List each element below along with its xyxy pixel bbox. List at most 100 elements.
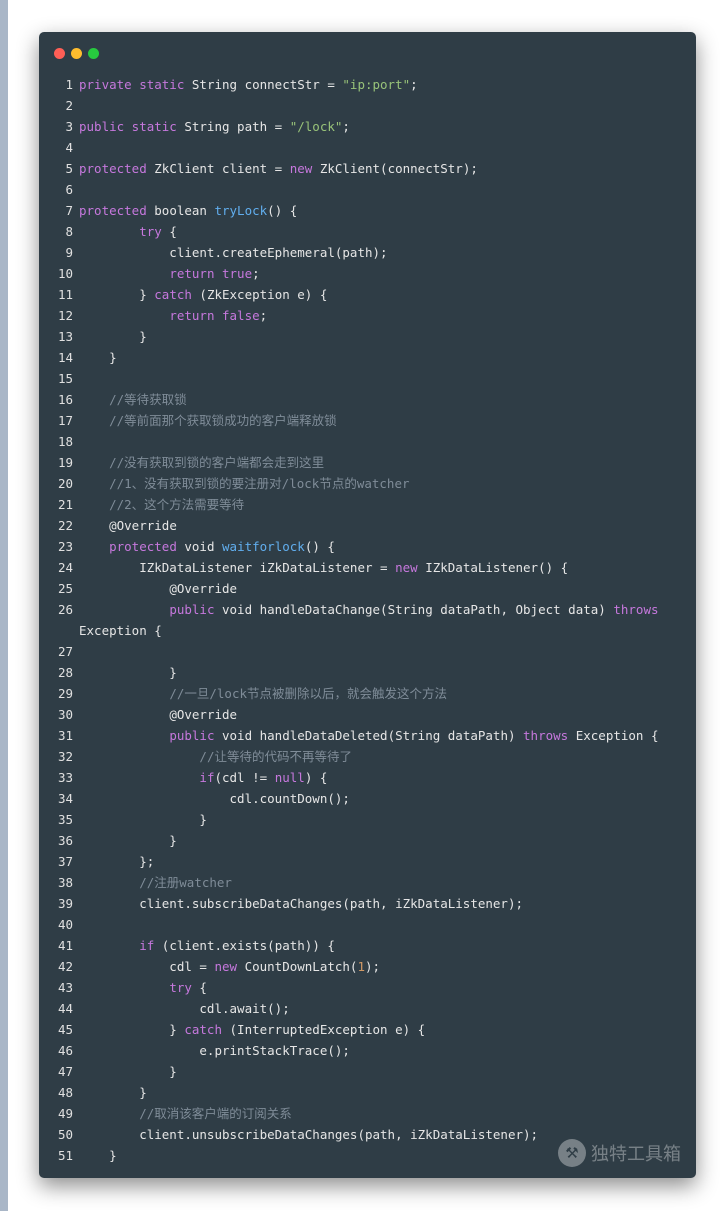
code-line: 14 } xyxy=(39,347,696,368)
code-line: 27 xyxy=(39,641,696,662)
code-token: try xyxy=(139,224,162,239)
code-token: //1、没有获取到锁的要注册对/lock节点的watcher xyxy=(109,476,410,491)
code-window: 1 private static String connectStr = "ip:… xyxy=(39,32,696,1178)
code-token: //一旦/lock节点被删除以后，就会触发这个方法 xyxy=(169,686,447,701)
code-token: () { xyxy=(304,539,335,554)
line-source: protected void waitforlock() { xyxy=(79,536,335,557)
code-token: throws xyxy=(613,602,659,617)
code-line: 22 @Override xyxy=(39,515,696,536)
line-source: } catch (ZkException e) { xyxy=(79,284,327,305)
code-token: if xyxy=(199,770,215,785)
line-number: 2 xyxy=(65,98,73,113)
code-token: } xyxy=(79,1085,147,1100)
code-line: 5 protected ZkClient client = new ZkClien… xyxy=(39,158,696,179)
code-token: String connectStr = xyxy=(191,77,343,92)
close-button[interactable] xyxy=(54,48,65,59)
code-token: cdl.countDown(); xyxy=(79,791,350,806)
line-source: public void handleDataDeleted(String dat… xyxy=(79,725,658,746)
code-token: protected xyxy=(109,539,185,554)
code-token: "/lock" xyxy=(289,119,343,134)
line-source: try { xyxy=(79,977,207,998)
code-token: ZkClient(connectStr); xyxy=(319,161,478,176)
code-token: waitforlock xyxy=(222,539,305,554)
code-line: 35 } xyxy=(39,809,696,830)
code-token: } xyxy=(79,1022,185,1037)
code-token: public static xyxy=(79,119,185,134)
code-line: 9 client.createEphemeral(path); xyxy=(39,242,696,263)
code-line: 6 xyxy=(39,179,696,200)
code-token: 1 xyxy=(357,959,365,974)
code-token: } xyxy=(79,350,117,365)
line-number: 23 xyxy=(57,539,73,554)
line-number: 9 xyxy=(65,245,73,260)
code-token: return true xyxy=(169,266,253,281)
code-line: 12 return false; xyxy=(39,305,696,326)
line-source: if (client.exists(path)) { xyxy=(79,935,335,956)
line-number: 41 xyxy=(57,938,73,953)
code-token: } xyxy=(79,665,177,680)
window-controls xyxy=(54,48,99,59)
code-token: ZkClient client = xyxy=(154,161,290,176)
code-token: //等待获取锁 xyxy=(109,392,187,407)
code-token: return false xyxy=(169,308,260,323)
code-line: 23 protected void waitforlock() { xyxy=(39,536,696,557)
code-line: Exception { xyxy=(39,620,696,641)
code-line: 48 } xyxy=(39,1082,696,1103)
line-source: try { xyxy=(79,221,177,242)
code-token: } xyxy=(79,329,147,344)
code-line: 43 try { xyxy=(39,977,696,998)
line-number: 25 xyxy=(57,581,73,596)
watermark-text: 独特工具箱 xyxy=(591,1144,681,1165)
code-line: 2 xyxy=(39,95,696,116)
line-number: 42 xyxy=(57,959,73,974)
line-source: client.createEphemeral(path); xyxy=(79,242,387,263)
code-token: protected xyxy=(79,161,155,176)
code-token: client.subscribeDataChanges(path, iZkDat… xyxy=(79,896,524,911)
line-number: 8 xyxy=(65,224,73,239)
code-line: 34 cdl.countDown(); xyxy=(39,788,696,809)
line-number: 12 xyxy=(57,308,73,323)
line-number: 38 xyxy=(57,875,73,890)
line-number: 34 xyxy=(57,791,73,806)
code-line: 15 xyxy=(39,368,696,389)
code-token: void xyxy=(184,539,223,554)
line-source: e.printStackTrace(); xyxy=(79,1040,350,1061)
code-line: 28 } xyxy=(39,662,696,683)
line-source: private static String connectStr = "ip:p… xyxy=(79,74,418,95)
code-token: catch xyxy=(184,1022,222,1037)
zoom-button[interactable] xyxy=(88,48,99,59)
code-token: Exception { xyxy=(79,623,162,638)
line-number: 27 xyxy=(57,644,73,659)
code-line: 7 protected boolean tryLock() { xyxy=(39,200,696,221)
line-number: 46 xyxy=(57,1043,73,1058)
line-number: 31 xyxy=(57,728,73,743)
line-number: 15 xyxy=(57,371,73,386)
code-token: } xyxy=(79,812,207,827)
line-source: } xyxy=(79,1082,147,1103)
line-source: } xyxy=(79,809,207,830)
code-line: 45 } catch (InterruptedException e) { xyxy=(39,1019,696,1040)
code-block: 1 private static String connectStr = "ip:… xyxy=(39,74,696,1166)
line-source: public void handleDataChange(String data… xyxy=(79,599,659,620)
watermark: ⚒ 独特工具箱 xyxy=(558,1139,681,1167)
line-number: 47 xyxy=(57,1064,73,1079)
code-line: 11 } catch (ZkException e) { xyxy=(39,284,696,305)
minimize-button[interactable] xyxy=(71,48,82,59)
line-source: @Override xyxy=(79,578,237,599)
code-token: new xyxy=(289,161,320,176)
line-source: } xyxy=(79,326,147,347)
code-token: { xyxy=(191,980,207,995)
code-token: @Override xyxy=(109,518,177,533)
code-token: } xyxy=(79,1064,177,1079)
